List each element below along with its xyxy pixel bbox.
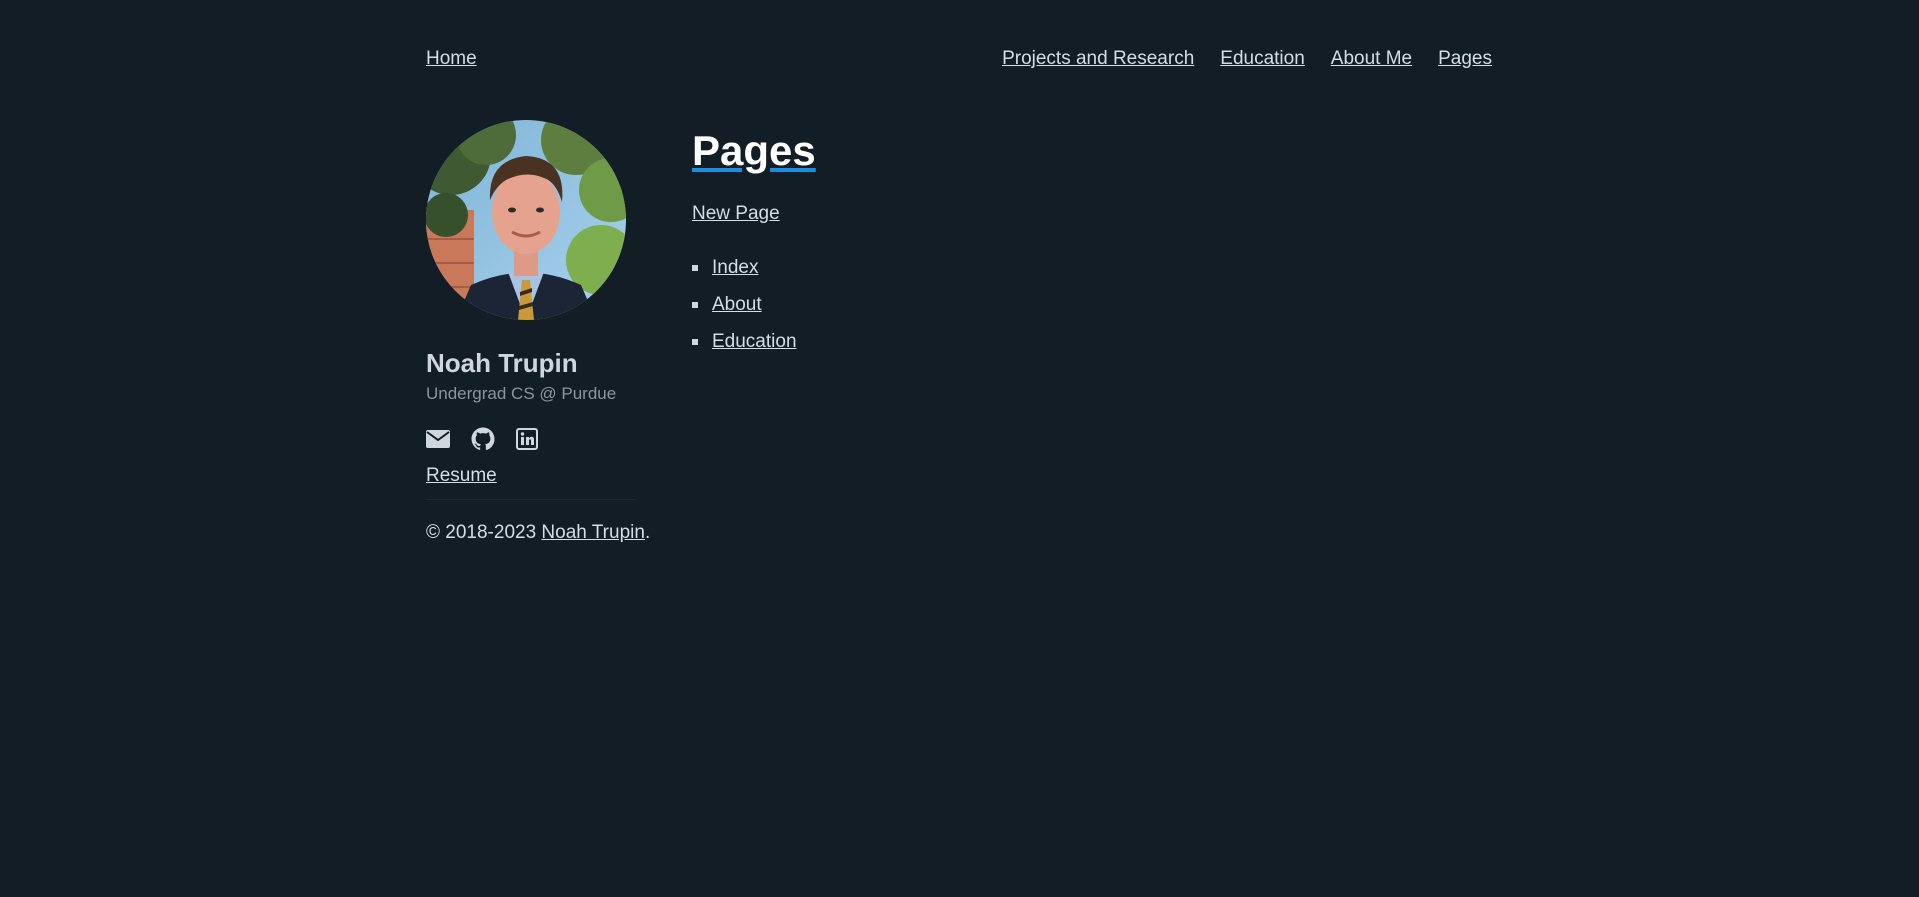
nav-projects-link[interactable]: Projects and Research <box>1002 48 1194 70</box>
author-sidebar: Noah Trupin Undergrad CS @ Purdue Resume… <box>426 120 650 544</box>
nav-education-link[interactable]: Education <box>1220 48 1305 70</box>
author-tagline: Undergrad CS @ Purdue <box>426 384 617 403</box>
nav-links: Projects and Research Education About Me… <box>1002 48 1492 70</box>
author-name: Noah Trupin <box>426 348 578 378</box>
avatar-portrait-image <box>426 120 626 320</box>
github-link[interactable] <box>471 427 495 451</box>
linkedin-link[interactable] <box>516 428 538 450</box>
page-link-education[interactable]: Education <box>712 323 797 360</box>
resume-link[interactable]: Resume <box>426 465 497 487</box>
envelope-icon <box>426 430 450 448</box>
list-item: Education <box>692 323 1392 360</box>
list-item: Index <box>692 249 1392 286</box>
bullet-icon <box>692 264 698 271</box>
linkedin-icon <box>516 428 538 450</box>
main-content: Pages New Page Index About Education <box>692 125 1392 360</box>
list-item: About <box>692 286 1392 323</box>
copyright-prefix: © 2018-2023 <box>426 522 542 543</box>
email-link[interactable] <box>426 430 450 448</box>
nav-home-link[interactable]: Home <box>426 48 477 70</box>
page-title: Pages <box>692 127 816 174</box>
nav-about-link[interactable]: About Me <box>1331 48 1412 70</box>
bullet-icon <box>692 338 698 345</box>
social-links <box>426 427 636 451</box>
page-link-about[interactable]: About <box>712 286 762 323</box>
github-icon <box>471 427 495 451</box>
page-list: Index About Education <box>692 249 1392 360</box>
new-page-link[interactable]: New Page <box>692 203 780 225</box>
copyright-author-link[interactable]: Noah Trupin <box>541 522 645 543</box>
top-nav: Home Projects and Research Education Abo… <box>426 48 1492 74</box>
copyright-suffix: . <box>644 522 651 543</box>
page-link-index[interactable]: Index <box>712 249 758 286</box>
copyright: © 2018-2023 Noah Trupin. <box>426 522 650 544</box>
bullet-icon <box>692 301 698 308</box>
sidebar-divider <box>426 499 636 500</box>
nav-pages-link[interactable]: Pages <box>1438 48 1492 70</box>
avatar <box>426 120 626 320</box>
